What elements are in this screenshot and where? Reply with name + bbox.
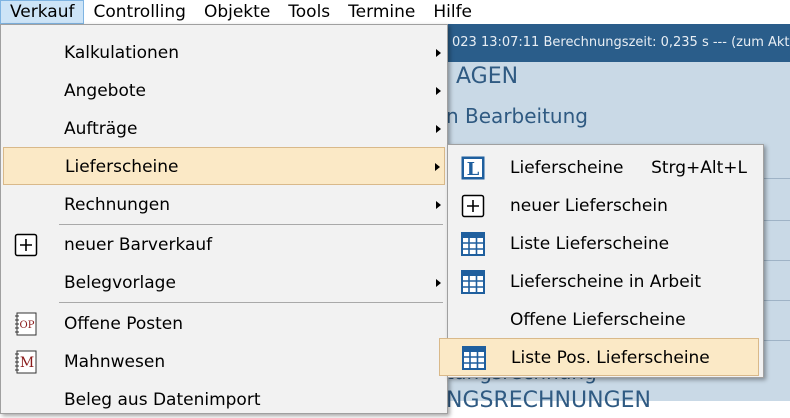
menu-item-auftraege[interactable]: Aufträge	[3, 111, 445, 147]
submenu-item-liste-lieferscheine[interactable]: Liste Lieferscheine	[450, 226, 761, 262]
submenu-arrow-icon	[436, 279, 441, 287]
menu-item-label: Kalkulationen	[64, 43, 180, 63]
menu-bar: Verkauf Controlling Objekte Tools Termin…	[0, 0, 790, 24]
menu-item-kalkulationen[interactable]: Kalkulationen	[3, 35, 445, 71]
menu-separator	[59, 224, 443, 225]
menu-verkauf[interactable]: Verkauf	[0, 0, 85, 24]
l-document-icon: L	[461, 156, 485, 180]
m-notebook-icon: M	[15, 350, 37, 374]
shortcut-label: Strg+Alt+L	[651, 158, 747, 178]
menu-item-rechnungen[interactable]: Rechnungen	[3, 187, 445, 223]
submenu-item-lieferscheine-in-arbeit[interactable]: Lieferscheine in Arbeit	[450, 264, 761, 300]
menu-controlling[interactable]: Controlling	[84, 0, 194, 24]
submenu-item-offene-lieferscheine[interactable]: Offene Lieferscheine	[450, 302, 761, 338]
menu-item-label: Offene Posten	[64, 314, 183, 334]
divider	[760, 300, 790, 301]
menu-item-mahnwesen[interactable]: M Mahnwesen	[3, 344, 445, 380]
table-icon	[461, 232, 485, 256]
menu-separator	[59, 302, 443, 303]
menu-item-label: Offene Lieferscheine	[510, 310, 686, 330]
divider	[760, 260, 790, 261]
menu-item-label: Aufträge	[64, 119, 138, 139]
menu-item-label: neuer Barverkauf	[64, 235, 213, 255]
menu-item-label: Liste Pos. Lieferscheine	[511, 348, 710, 368]
submenu-arrow-icon	[436, 201, 441, 209]
divider	[760, 220, 790, 221]
menu-item-lieferscheine[interactable]: Lieferscheine	[3, 147, 445, 185]
svg-text:M: M	[20, 355, 34, 371]
menu-hilfe[interactable]: Hilfe	[424, 0, 481, 24]
table-icon	[461, 270, 485, 294]
submenu-item-liste-pos-lieferscheine[interactable]: Liste Pos. Lieferscheine	[439, 338, 759, 376]
menu-item-label: Rechnungen	[64, 195, 170, 215]
svg-text:L: L	[467, 159, 480, 180]
section-heading: AGEN	[456, 64, 519, 89]
menu-tools[interactable]: Tools	[279, 0, 339, 24]
menu-item-beleg-aus-datenimport[interactable]: Beleg aus Datenimport	[3, 382, 445, 418]
menu-item-offene-posten[interactable]: OP Offene Posten	[3, 306, 445, 342]
menu-objekte[interactable]: Objekte	[195, 0, 279, 24]
menu-item-angebote[interactable]: Angebote	[3, 73, 445, 109]
op-notebook-icon: OP	[15, 312, 37, 336]
menu-item-label: Mahnwesen	[64, 352, 166, 372]
section-link[interactable]: n Bearbeitung	[446, 104, 588, 128]
menu-termine[interactable]: Termine	[339, 0, 424, 24]
menu-item-neuer-barverkauf[interactable]: neuer Barverkauf	[3, 227, 445, 263]
submenu-arrow-icon	[436, 87, 441, 95]
svg-text:OP: OP	[20, 320, 35, 331]
lieferscheine-submenu: L Lieferscheine Strg+Alt+L neuer Liefers…	[439, 144, 764, 378]
status-text: 023 13:07:11 Berechnungszeit: 0,235 s --…	[452, 35, 790, 50]
verkauf-dropdown-menu: Kalkulationen Angebote Aufträge Liefersc…	[0, 24, 448, 414]
menu-item-label: Belegvorlage	[64, 273, 176, 293]
menu-item-label: neuer Lieferschein	[510, 196, 668, 216]
menu-item-label: Lieferscheine	[65, 157, 179, 177]
table-icon	[462, 346, 486, 370]
plus-box-icon	[461, 194, 485, 218]
menu-item-label: Angebote	[64, 81, 146, 101]
menu-item-label: Lieferscheine	[510, 158, 624, 178]
submenu-item-neuer-lieferschein[interactable]: neuer Lieferschein	[450, 188, 761, 224]
divider	[760, 178, 790, 179]
menu-item-label: Beleg aus Datenimport	[64, 390, 261, 410]
menu-item-label: Liste Lieferscheine	[510, 234, 670, 254]
submenu-arrow-icon	[436, 49, 441, 57]
menu-item-label: Lieferscheine in Arbeit	[510, 272, 702, 292]
submenu-arrow-icon	[435, 163, 440, 171]
submenu-item-lieferscheine[interactable]: L Lieferscheine Strg+Alt+L	[450, 150, 761, 186]
divider	[760, 340, 790, 341]
plus-box-icon	[14, 233, 38, 257]
submenu-arrow-icon	[436, 125, 441, 133]
menu-item-belegvorlage[interactable]: Belegvorlage	[3, 265, 445, 301]
